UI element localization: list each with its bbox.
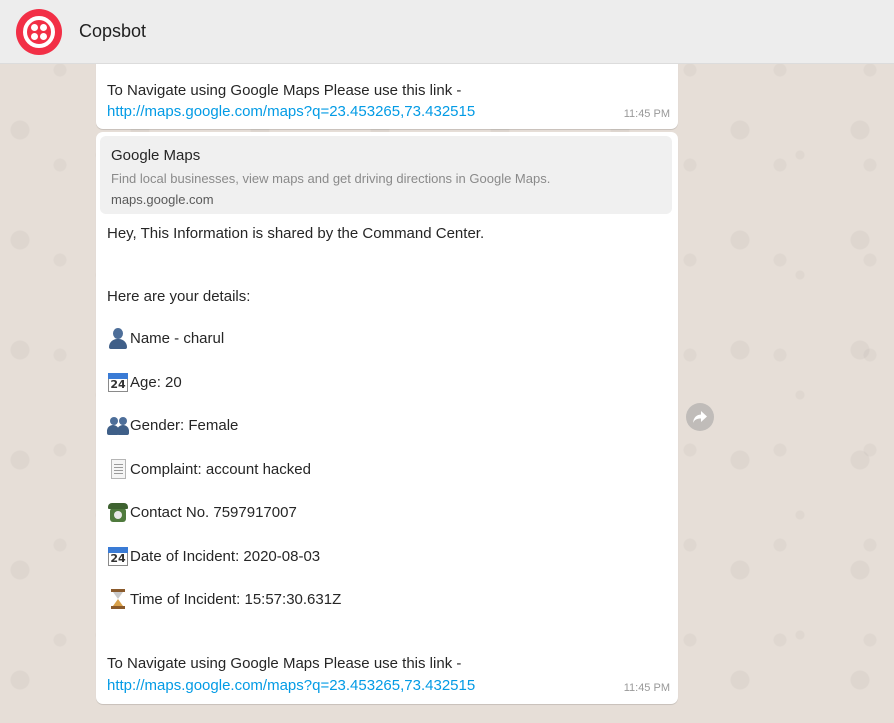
- details-heading: Here are your details:: [107, 288, 251, 305]
- maps-link[interactable]: http://maps.google.com/maps?q=23.453265,…: [107, 675, 475, 696]
- detail-gender-row: Gender: Female: [107, 414, 238, 436]
- message-time: 11:45 PM: [623, 108, 670, 120]
- detail-time-row: Time of Incident: 15:57:30.631Z: [107, 588, 341, 610]
- chat-header: Copsbot: [0, 0, 894, 64]
- link-preview-title: Google Maps: [111, 147, 201, 164]
- forward-arrow-icon[interactable]: [686, 403, 714, 431]
- person-icon: [107, 327, 129, 349]
- hourglass-icon: [107, 588, 129, 610]
- detail-age: Age: 20: [130, 373, 182, 391]
- detail-contact: Contact No. 7597917007: [130, 503, 297, 521]
- chat-title[interactable]: Copsbot: [79, 21, 146, 42]
- detail-name-row: Name - charul: [107, 327, 224, 349]
- message-text: To Navigate using Google Maps Please use…: [107, 82, 462, 99]
- detail-contact-row: Contact No. 7597917007: [107, 501, 297, 523]
- link-preview-description: Find local businesses, view maps and get…: [111, 171, 551, 186]
- document-icon: [107, 458, 129, 480]
- detail-time: Time of Incident: 15:57:30.631Z: [130, 590, 342, 608]
- people-icon: [107, 414, 129, 436]
- detail-name: Name - charul: [130, 329, 225, 347]
- detail-age-row: 24 Age: 20: [107, 371, 182, 393]
- calendar-icon: 24: [107, 545, 129, 567]
- detail-complaint-row: Complaint: account hacked: [107, 458, 311, 480]
- telephone-icon: [107, 501, 129, 523]
- detail-date: Date of Incident: 2020-08-03: [130, 547, 321, 565]
- chat-window: Copsbot To Navigate using Google Maps Pl…: [0, 0, 894, 723]
- detail-date-row: 24 Date of Incident: 2020-08-03: [107, 545, 320, 567]
- intro-text: Hey, This Information is shared by the C…: [107, 225, 485, 242]
- link-preview-card[interactable]: Google Maps Find local businesses, view …: [100, 136, 672, 214]
- message-bubble: To Navigate using Google Maps Please use…: [96, 54, 678, 129]
- maps-link[interactable]: http://maps.google.com/maps?q=23.453265,…: [107, 103, 475, 120]
- calendar-icon: 24: [107, 371, 129, 393]
- link-preview-domain: maps.google.com: [111, 192, 214, 207]
- twilio-logo-icon[interactable]: [16, 8, 62, 55]
- message-bubble: Google Maps Find local businesses, view …: [96, 132, 678, 704]
- detail-complaint: Complaint: account hacked: [130, 460, 311, 478]
- message-time: 11:45 PM: [623, 682, 670, 694]
- footer-text: To Navigate using Google Maps Please use…: [107, 655, 462, 672]
- detail-gender: Gender: Female: [130, 416, 239, 434]
